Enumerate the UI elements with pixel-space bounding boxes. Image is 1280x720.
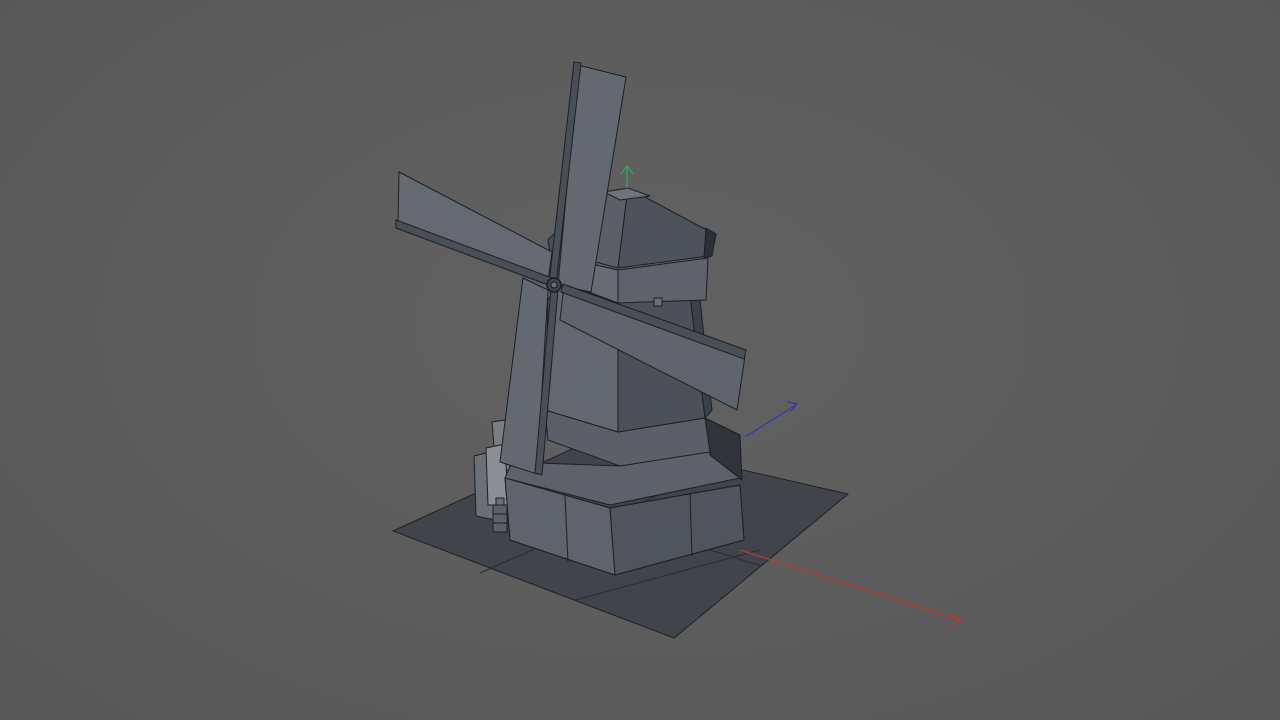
- gizmo-x-arrow-icon[interactable]: [949, 613, 963, 626]
- gizmo-x-axis[interactable]: [739, 549, 961, 621]
- 3d-viewport[interactable]: [0, 0, 1280, 720]
- scene-canvas[interactable]: [0, 0, 1280, 720]
- gizmo-z-axis[interactable]: [744, 404, 797, 438]
- sail-left[interactable]: [395, 171, 553, 287]
- sail-bottom[interactable]: [499, 277, 559, 476]
